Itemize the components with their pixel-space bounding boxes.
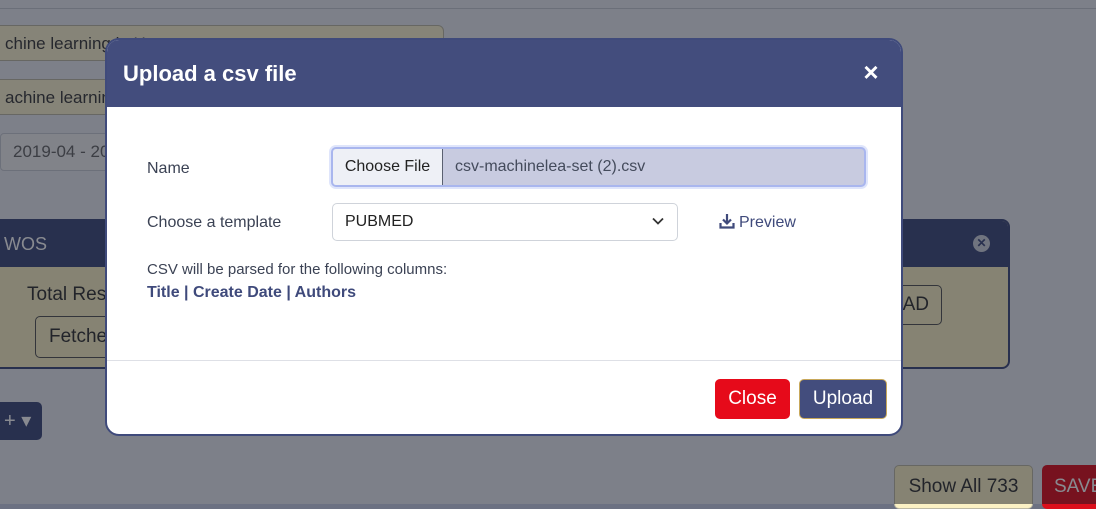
upload-button[interactable]: Upload — [799, 379, 887, 419]
template-select-value: PUBMED — [345, 213, 414, 230]
preview-link[interactable]: Preview — [719, 213, 796, 232]
modal-footer-divider — [107, 360, 901, 361]
modal-header: Upload a csv file × — [107, 40, 901, 107]
preview-label: Preview — [739, 214, 796, 231]
file-input[interactable]: Choose File csv-machinelea-set (2).csv — [331, 147, 866, 187]
selected-file-name: csv-machinelea-set (2).csv — [455, 158, 646, 175]
chevron-down-icon — [652, 217, 664, 225]
column-list: Title | Create Date | Authors — [147, 284, 356, 301]
template-select[interactable]: PUBMED — [332, 203, 678, 241]
template-label: Choose a template — [147, 214, 282, 231]
download-icon — [719, 214, 735, 229]
parse-info-text: CSV will be parsed for the following col… — [147, 261, 448, 278]
close-icon[interactable]: × — [859, 59, 883, 85]
upload-csv-modal: Upload a csv file × Name Choose File csv… — [105, 38, 903, 436]
name-label: Name — [147, 160, 190, 177]
close-button[interactable]: Close — [715, 379, 790, 419]
choose-file-button[interactable]: Choose File — [333, 149, 443, 185]
modal-title: Upload a csv file — [123, 61, 297, 86]
